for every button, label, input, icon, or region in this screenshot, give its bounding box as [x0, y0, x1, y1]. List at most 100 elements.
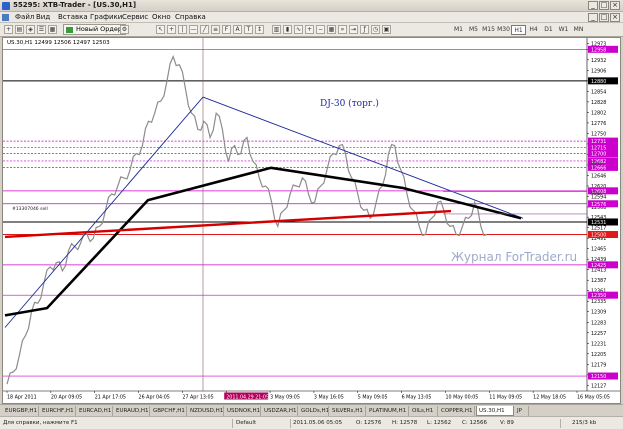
crosshair-icon[interactable]: + [167, 25, 176, 34]
position-label: #13307046 sell [12, 207, 48, 212]
status-separator [560, 419, 561, 428]
menu-tools[interactable]: Сервис [122, 13, 148, 21]
arrows-icon[interactable]: ↕ [255, 25, 264, 34]
timeframe-m1[interactable]: M1 [451, 25, 466, 35]
chart-tab[interactable]: USDZAR,H1 [262, 406, 298, 416]
toolbar: + ▤ ◈ ☰ ▦ Новый Ордер ⚙ ↖ + | — ╱ ≡ F A … [0, 23, 623, 37]
status-help: Для справки, нажмите F1 [3, 420, 78, 426]
chart-tab[interactable]: PLATINUM,H1 [367, 406, 409, 416]
autoscroll-icon[interactable]: » [338, 25, 347, 34]
chart-tab[interactable]: SILVERs,H1 [330, 406, 366, 416]
timeframe-h4[interactable]: H4 [526, 25, 541, 35]
price-tick-label: 12465 [591, 247, 606, 253]
minimize-button[interactable]: _ [588, 1, 598, 10]
watermark: Журнал ForTrader.ru [451, 250, 578, 264]
menu-help[interactable]: Справка [175, 13, 206, 21]
timeframe-m30[interactable]: M30 [496, 25, 511, 35]
chart-tabs: EURGBP,H1 EURCHF,H1 EURCAD,H1 EURAUD,H1 GBPC… [0, 404, 623, 416]
fibonacci-icon[interactable]: F [222, 25, 231, 34]
line-chart-icon[interactable]: ∿ [294, 25, 303, 34]
price-level-label: 12958 [591, 47, 606, 53]
menu-file[interactable]: Файл [15, 13, 34, 21]
menu-insert[interactable]: Вставка [58, 13, 88, 21]
status-high: H: 12578 [392, 420, 418, 426]
price-level-label: 12576 [591, 202, 606, 208]
timeframe-h1[interactable]: H1 [511, 25, 526, 35]
chart-tab[interactable]: NZDUSD,H1 [188, 406, 224, 416]
price-series-line[interactable] [6, 54, 488, 385]
child-close-button[interactable]: × [610, 13, 620, 22]
tile-windows-icon[interactable]: ▦ [327, 25, 336, 34]
price-tick-label: 12283 [591, 320, 606, 326]
chart-tab[interactable]: OILs,H1 [410, 406, 438, 416]
chart-tab[interactable]: US.30,H1 [476, 406, 514, 416]
chart-tab[interactable]: EURCHF,H1 [40, 406, 76, 416]
timeframe-m5[interactable]: M5 [466, 25, 481, 35]
vertical-line-icon[interactable]: | [178, 25, 187, 34]
price-tick-label: 12257 [591, 331, 606, 337]
timeframe-w1[interactable]: W1 [556, 25, 571, 35]
price-tick-label: 12828 [591, 100, 606, 106]
timeframe-mn[interactable]: MN [571, 25, 586, 35]
price-chart[interactable]: 1297312958129321290612880128541282812802… [3, 38, 620, 403]
chart-tab[interactable]: GOLDs,H1 [299, 406, 329, 416]
child-restore-button[interactable]: □ [599, 13, 609, 22]
chart-tab[interactable]: GBPCHF,H1 [151, 406, 187, 416]
timeframe-d1[interactable]: D1 [541, 25, 556, 35]
timeframe-m15[interactable]: M15 [481, 25, 496, 35]
zoom-in-icon[interactable]: + [305, 25, 314, 34]
profiles-icon[interactable]: ▤ [15, 25, 24, 34]
periods-icon[interactable]: ◷ [371, 25, 380, 34]
black-trendline[interactable] [4, 166, 522, 317]
navigator-icon[interactable]: ☰ [37, 25, 46, 34]
fib-100-label: 100.0 [588, 162, 601, 167]
candlestick-icon[interactable]: ▮ [283, 25, 292, 34]
red-trendline[interactable] [4, 209, 452, 239]
bar-chart-icon[interactable]: ▥ [272, 25, 281, 34]
time-tick-label: 21 Apr 17:05 [95, 395, 126, 401]
cursor-icon[interactable]: ↖ [156, 25, 165, 34]
chart-title: DJ-30 (торг.) [320, 99, 379, 109]
price-level-label: 12531 [591, 220, 606, 226]
expert-advisors-icon[interactable]: ⚙ [120, 25, 129, 34]
new-order-button[interactable]: Новый Ордер [63, 24, 126, 35]
indicators-icon[interactable]: ƒ [360, 25, 369, 34]
templates-icon[interactable]: ▣ [382, 25, 391, 34]
text-icon[interactable]: A [233, 25, 242, 34]
market-watch-icon[interactable]: ◈ [26, 25, 35, 34]
menu-window[interactable]: Окно [152, 13, 171, 21]
chart-window[interactable]: 1297312958129321290612880128541282812802… [2, 37, 621, 404]
price-tick-label: 12205 [591, 352, 606, 358]
time-tick-label: 12 May 18:05 [533, 395, 566, 401]
fib-50-label: 50.0 [591, 192, 602, 197]
close-button[interactable]: × [610, 1, 620, 10]
terminal-icon[interactable]: ▦ [48, 25, 57, 34]
zoom-out-icon[interactable]: − [316, 25, 325, 34]
new-order-label: Новый Ордер [76, 25, 122, 33]
menu-charts[interactable]: Графики [90, 13, 122, 21]
time-tick-label: 2011.04.29 21:05 [226, 395, 269, 401]
price-level-label: 12425 [591, 263, 606, 269]
chart-tab[interactable]: COPPER,H1 [439, 406, 475, 416]
new-chart-icon[interactable]: + [4, 25, 13, 34]
blue-trendline[interactable] [4, 96, 204, 328]
chart-tab[interactable]: JP [515, 406, 529, 416]
chart-tab[interactable]: USDNOK,H1 [225, 406, 261, 416]
label-icon[interactable]: T [244, 25, 253, 34]
price-tick-label: 12750 [591, 131, 606, 137]
time-tick-label: 5 May 09:05 [358, 395, 388, 401]
child-minimize-button[interactable]: _ [588, 13, 598, 22]
chart-tab[interactable]: EURGBP,H1 [3, 406, 39, 416]
chart-tab[interactable]: EURCAD,H1 [77, 406, 113, 416]
system-menu-icon[interactable] [2, 14, 9, 21]
new-order-icon [66, 27, 73, 33]
price-tick-label: 12335 [591, 299, 606, 305]
maximize-button[interactable]: □ [599, 1, 609, 10]
chart-tab[interactable]: EURAUD,H1 [114, 406, 150, 416]
chart-shift-icon[interactable]: ⇥ [349, 25, 358, 34]
price-tick-label: 12387 [591, 278, 606, 284]
menu-view[interactable]: Вид [36, 13, 50, 21]
channel-icon[interactable]: ≡ [211, 25, 220, 34]
horizontal-line-icon[interactable]: — [189, 25, 198, 34]
trendline-icon[interactable]: ╱ [200, 25, 209, 34]
